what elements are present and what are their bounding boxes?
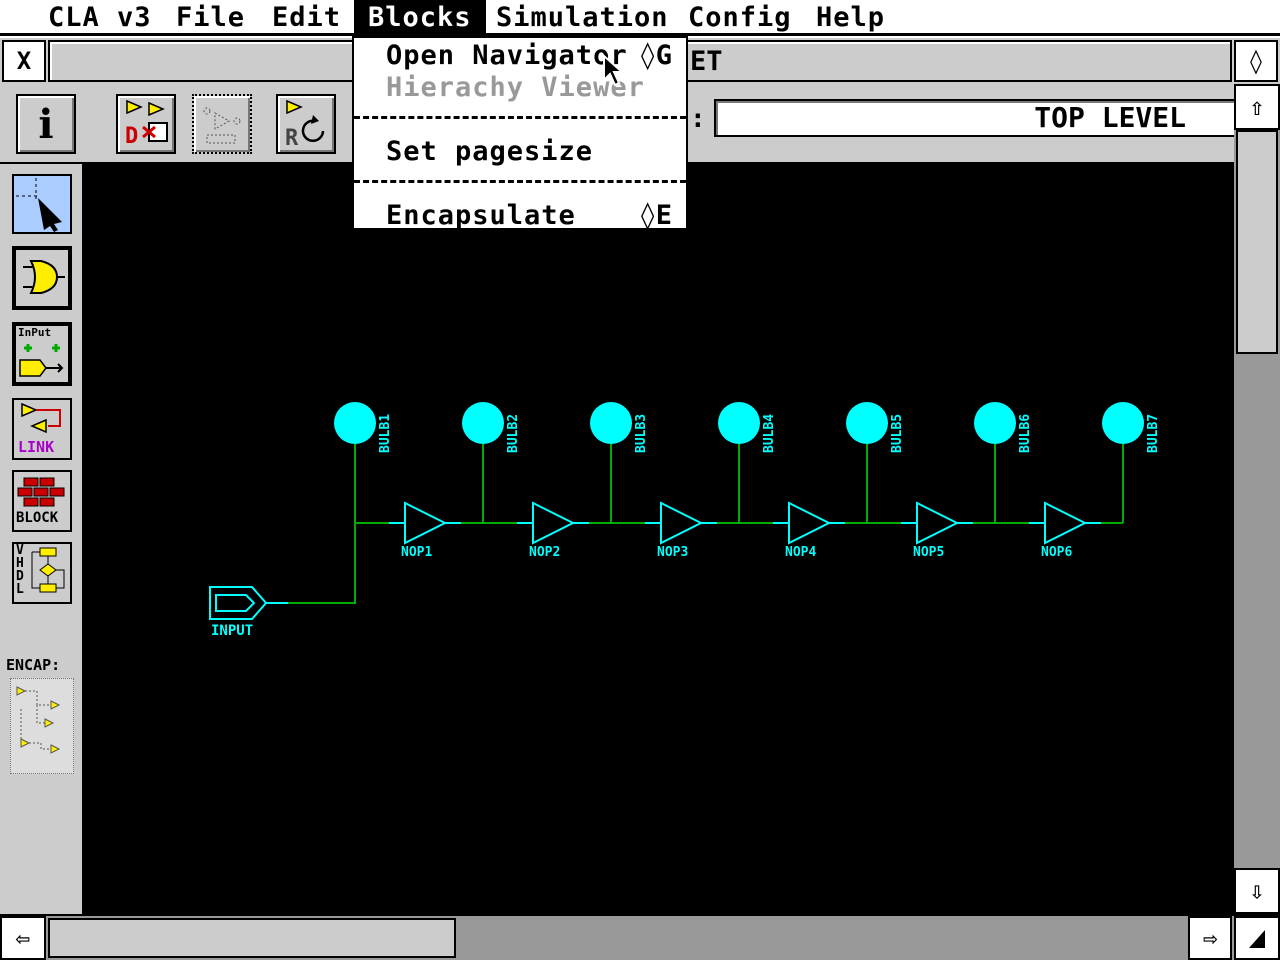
scroll-right-button[interactable]: ⇨: [1188, 916, 1232, 960]
menu-separator: [354, 180, 686, 183]
input-wire: [287, 523, 356, 604]
bulb-5: [846, 402, 888, 444]
bulb-7: [1102, 402, 1144, 444]
select-tool-button[interactable]: [12, 174, 72, 234]
shortcut-encapsulate: ◊E: [639, 200, 672, 231]
menu-help[interactable]: Help: [802, 0, 899, 36]
bulb-label: BULB5: [890, 414, 905, 453]
bulb-label: BULB3: [634, 414, 649, 453]
encap-preview[interactable]: [10, 678, 74, 774]
close-icon: X: [16, 47, 32, 75]
block-bricks-icon: BLOCK: [14, 472, 70, 530]
info-icon: i: [38, 100, 54, 148]
gate-label: NOP4: [785, 545, 816, 560]
mouse-pointer-icon: [603, 54, 624, 87]
vhdl-tool-button[interactable]: VHDL: [12, 542, 72, 604]
bulb-label: BULB1: [378, 414, 393, 453]
gate-label: NOP2: [529, 545, 560, 560]
gate-2: [532, 501, 576, 545]
bulb-4: [718, 402, 760, 444]
tool-palette: InPut LINK BLOCK VHDL ENCAP:: [0, 164, 82, 914]
dotted-gate-icon: [203, 107, 241, 144]
menu-simulation[interactable]: Simulation: [482, 0, 683, 36]
rotate-component-button[interactable]: R: [276, 94, 336, 154]
menu-item-encapsulate[interactable]: Encapsulate: [386, 200, 576, 231]
bulb-label: BULB4: [762, 414, 777, 453]
svg-text:R: R: [285, 126, 299, 151]
bulb-1: [334, 402, 376, 444]
or-gate-icon: [23, 260, 65, 294]
menu-bar: CLA v3 File Edit Blocks Simulation Confi…: [0, 0, 1280, 36]
rotate-gate-icon: R: [285, 99, 325, 151]
arrow-down-icon: ⇩: [1249, 877, 1265, 905]
input-tool-button[interactable]: InPut: [12, 322, 72, 386]
level-label: :: [690, 104, 706, 134]
gate-label: NOP1: [401, 545, 432, 560]
gate-label: NOP5: [913, 545, 944, 560]
input-label: INPUT: [211, 623, 253, 639]
scroll-left-button[interactable]: ⇦: [0, 916, 46, 960]
menu-item-open-navigator[interactable]: Open Navigator: [386, 40, 628, 71]
gate-5: [916, 501, 960, 545]
window-title: ET: [690, 46, 723, 77]
block-tool-button[interactable]: BLOCK: [12, 470, 72, 532]
fullsize-button[interactable]: ◊: [1234, 40, 1278, 82]
menu-separator: [354, 116, 686, 119]
info-button[interactable]: i: [16, 94, 76, 154]
input-connector-inner: [215, 594, 256, 612]
arrow-up-icon: ⇧: [1249, 93, 1265, 121]
horizontal-scrollbar[interactable]: ⇦ ⇨: [0, 914, 1280, 960]
bulb-label: BULB2: [506, 414, 521, 453]
delete-gate-icon: D: [125, 99, 168, 149]
horizontal-scroll-thumb[interactable]: [48, 918, 456, 958]
level-field[interactable]: TOP LEVEL: [714, 99, 1236, 137]
bulb-2: [462, 402, 504, 444]
block-tool-text: BLOCK: [16, 510, 59, 526]
shortcut-open-navigator: ◊G: [639, 40, 672, 71]
gate-6: [1044, 501, 1088, 545]
input-output-icon: InPut: [16, 326, 68, 382]
gate-3: [660, 501, 704, 545]
close-window-button[interactable]: X: [2, 40, 46, 82]
input-connector: [209, 586, 268, 620]
link-tool-button[interactable]: LINK: [12, 398, 72, 460]
menu-file[interactable]: File: [162, 0, 259, 36]
vertical-scrollbar[interactable]: ⇧ ⇩: [1234, 84, 1280, 914]
schematic-canvas[interactable]: INPUT BULB1 BULB2 BULB3 BULB4 BULB5 BULB6 BULB7…: [82, 164, 1234, 914]
scroll-down-button[interactable]: ⇩: [1234, 868, 1280, 914]
arrow-left-icon: ⇦: [15, 924, 31, 952]
bulb-6: [974, 402, 1016, 444]
bulb-label: BULB6: [1018, 414, 1033, 453]
resize-icon: [1249, 930, 1265, 948]
vhdl-flowchart-icon: VHDL: [14, 544, 70, 602]
menu-item-set-pagesize[interactable]: Set pagesize: [386, 136, 593, 167]
encapsulated-circuit-icon: [16, 686, 61, 754]
menu-app[interactable]: CLA v3: [34, 0, 166, 36]
menu-edit[interactable]: Edit: [258, 0, 355, 36]
bulb-label: BULB7: [1146, 414, 1161, 453]
menu-blocks[interactable]: Blocks: [354, 0, 486, 36]
gate-tool-button[interactable]: [12, 246, 72, 310]
encap-label: ENCAP:: [6, 656, 61, 674]
menu-config[interactable]: Config: [674, 0, 806, 36]
delete-component-button[interactable]: D: [116, 94, 176, 154]
gate-1: [404, 501, 448, 545]
resize-handle[interactable]: [1234, 916, 1280, 960]
arrow-right-icon: ⇨: [1202, 924, 1218, 952]
link-icon: LINK: [14, 400, 70, 458]
schematic-drawing: INPUT BULB1 BULB2 BULB3 BULB4 BULB5 BULB6 BULB7…: [209, 402, 1161, 639]
bulb-3: [590, 402, 632, 444]
link-tool-text: LINK: [18, 438, 55, 456]
gate-label: NOP6: [1041, 545, 1072, 560]
gate-label: NOP3: [657, 545, 688, 560]
vertical-scroll-thumb[interactable]: [1236, 130, 1278, 354]
arrow-cursor-icon: [16, 178, 62, 232]
svg-text:D: D: [125, 124, 138, 149]
fullsize-icon: ◊: [1248, 47, 1264, 75]
ghost-component-button[interactable]: [192, 94, 252, 154]
blocks-menu-dropdown: Open Navigator ◊G Hierachy Viewer Set pa…: [352, 36, 688, 231]
scroll-up-button[interactable]: ⇧: [1234, 84, 1280, 130]
gate-4: [788, 501, 832, 545]
